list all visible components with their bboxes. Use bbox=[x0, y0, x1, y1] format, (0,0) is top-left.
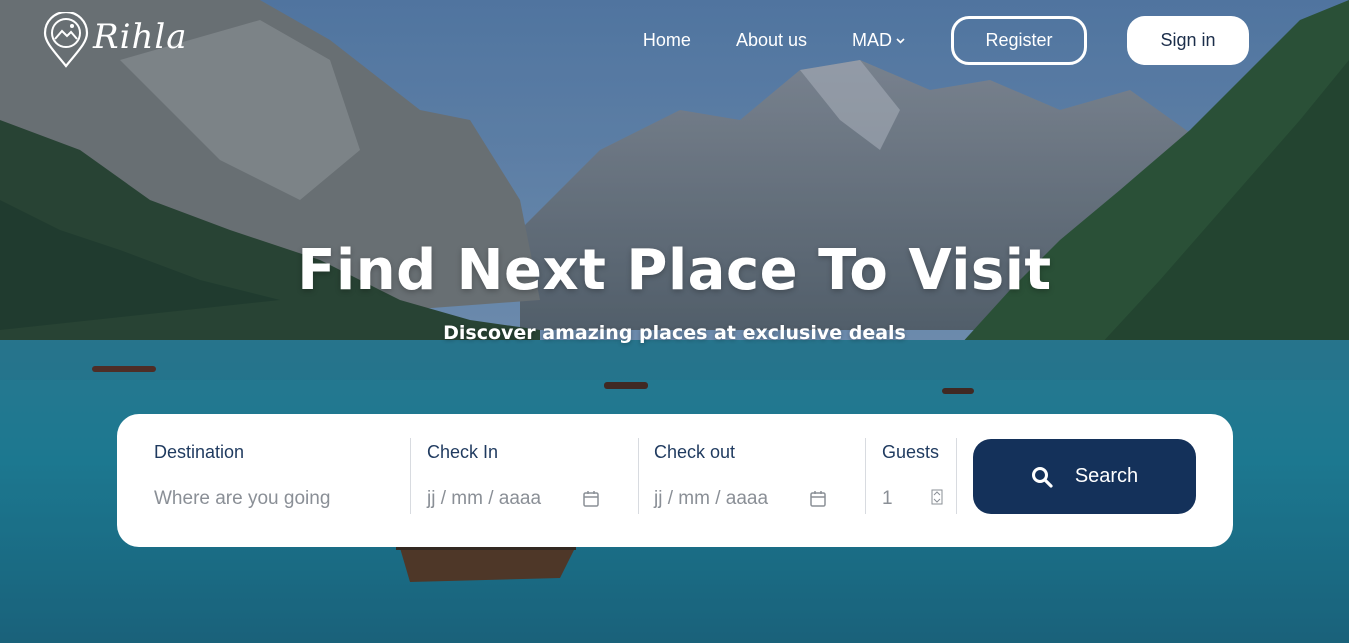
brand-name: Rihla bbox=[93, 17, 188, 57]
field-divider bbox=[956, 438, 957, 514]
currency-selector[interactable]: MAD bbox=[852, 30, 905, 51]
destination-label: Destination bbox=[154, 442, 245, 462]
check-out-input[interactable]: jj / mm / aaaa bbox=[654, 488, 768, 510]
guests-field[interactable]: Guests 1 bbox=[882, 438, 962, 514]
check-in-field[interactable]: Check In jj / mm / aaaa bbox=[427, 438, 627, 514]
chevron-down-icon bbox=[896, 37, 905, 44]
field-divider bbox=[410, 438, 411, 514]
signin-button[interactable]: Sign in bbox=[1127, 16, 1249, 65]
search-button[interactable]: Search bbox=[973, 439, 1196, 514]
guests-label: Guests bbox=[882, 442, 940, 462]
currency-label: MAD bbox=[852, 30, 892, 50]
guests-input[interactable]: 1 bbox=[882, 488, 893, 510]
check-out-label: Check out bbox=[654, 442, 736, 462]
nav-home-link[interactable]: Home bbox=[643, 30, 691, 51]
map-pin-logo-icon bbox=[43, 12, 89, 68]
destination-input[interactable]: Where are you going bbox=[154, 488, 330, 510]
check-in-label: Check In bbox=[427, 442, 499, 462]
calendar-icon[interactable] bbox=[582, 490, 600, 508]
search-button-label: Search bbox=[1074, 465, 1139, 487]
main-nav: Home About us MAD Register Sign in bbox=[643, 16, 1249, 65]
check-in-input[interactable]: jj / mm / aaaa bbox=[427, 488, 541, 510]
calendar-icon[interactable] bbox=[809, 490, 827, 508]
search-icon bbox=[1031, 466, 1053, 488]
search-card: Destination Where are you going Check In… bbox=[117, 414, 1233, 547]
destination-field[interactable]: Destination Where are you going bbox=[154, 438, 404, 514]
field-divider bbox=[638, 438, 639, 514]
check-out-field[interactable]: Check out jj / mm / aaaa bbox=[654, 438, 854, 514]
nav-about-link[interactable]: About us bbox=[736, 30, 807, 51]
brand-logo[interactable]: Rihla bbox=[43, 12, 188, 68]
hero-title: Find Next Place To Visit bbox=[297, 238, 1052, 303]
register-button[interactable]: Register bbox=[951, 16, 1087, 65]
hero-subtitle: Discover amazing places at exclusive dea… bbox=[443, 322, 906, 344]
field-divider bbox=[865, 438, 866, 514]
number-stepper-icon[interactable] bbox=[930, 488, 944, 506]
